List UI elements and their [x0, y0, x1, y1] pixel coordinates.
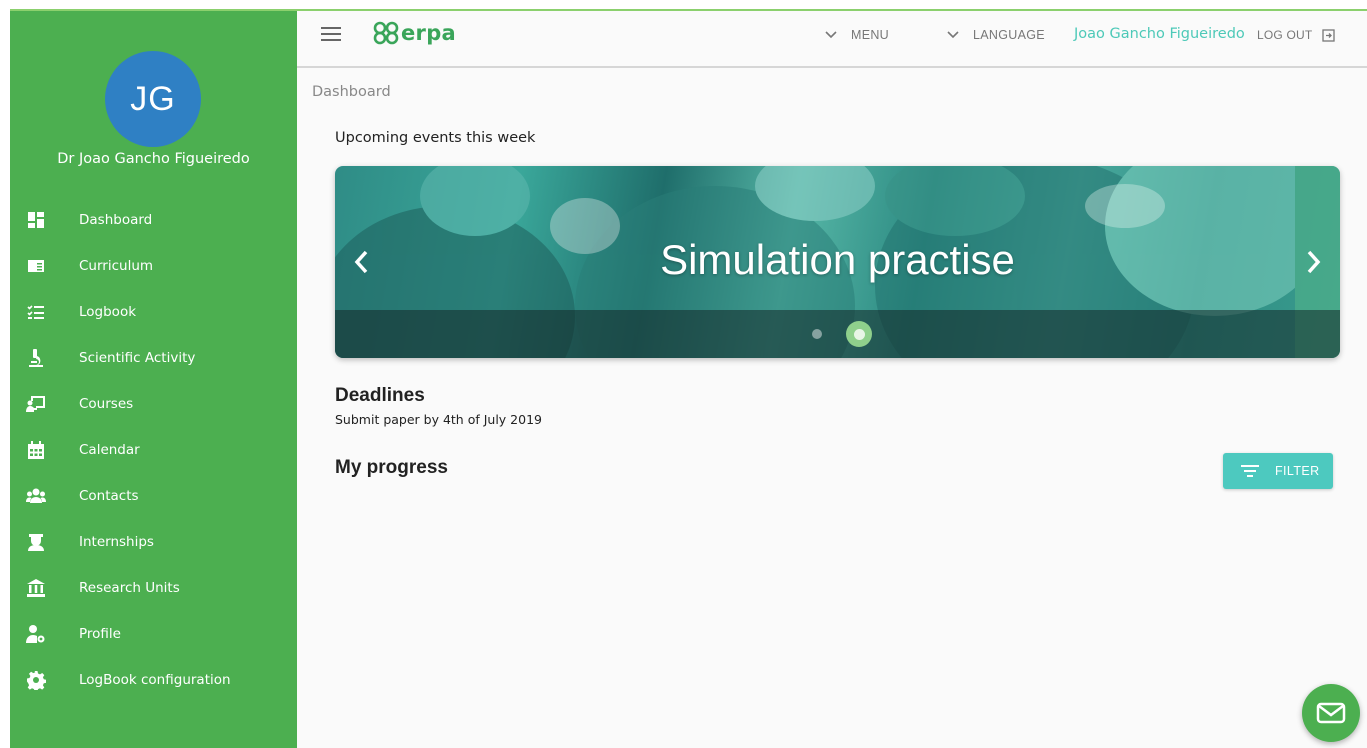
- breadcrumb[interactable]: Dashboard: [312, 84, 391, 100]
- sidebar-item-internships[interactable]: Internships: [10, 519, 297, 565]
- sidebar-item-courses[interactable]: Courses: [10, 381, 297, 427]
- sidebar-item-scientific-activity[interactable]: Scientific Activity: [10, 335, 297, 381]
- dashboard-icon: [25, 209, 47, 231]
- sidebar-item-logbook[interactable]: Logbook: [10, 289, 297, 335]
- sidebar-item-profile[interactable]: Profile: [10, 611, 297, 657]
- sidebar-item-label: LogBook configuration: [79, 672, 231, 688]
- sidebar-item-label: Internships: [79, 534, 154, 550]
- carousel-indicator-2-active[interactable]: [846, 321, 872, 347]
- sidebar: JG Dr Joao Gancho Figueiredo Dashboard C…: [10, 11, 297, 748]
- sidebar-item-label: Research Units: [79, 580, 180, 596]
- upcoming-events-heading: Upcoming events this week: [335, 130, 536, 146]
- filter-label: FILTER: [1275, 464, 1320, 478]
- sidebar-item-research-units[interactable]: Research Units: [10, 565, 297, 611]
- events-carousel: Simulation practise: [335, 166, 1340, 358]
- sidebar-item-label: Calendar: [79, 442, 140, 458]
- logo-knot-icon: [373, 21, 399, 45]
- user-settings-icon: [25, 623, 47, 645]
- sidebar-user-name: Dr Joao Gancho Figueiredo: [57, 151, 250, 167]
- window-frame-left: [0, 10, 10, 748]
- carousel-indicator-1[interactable]: [812, 329, 822, 339]
- sidebar-item-label: Logbook: [79, 304, 137, 320]
- mail-button[interactable]: [1302, 684, 1360, 742]
- topbar-user-name[interactable]: Joao Gancho Figueiredo: [1074, 26, 1245, 42]
- presentation-icon: [25, 393, 47, 415]
- carousel-next-button[interactable]: [1303, 248, 1323, 276]
- sidebar-item-label: Scientific Activity: [79, 350, 196, 366]
- menu-dropdown-label: MENU: [851, 28, 890, 42]
- microscope-icon: [25, 347, 47, 369]
- filter-button[interactable]: FILTER: [1223, 453, 1333, 489]
- hamburger-menu-icon[interactable]: [321, 27, 341, 43]
- sidebar-item-curriculum[interactable]: Curriculum: [10, 243, 297, 289]
- main-content: Dashboard Upcoming events this week Simu…: [297, 68, 1367, 748]
- graduate-icon: [25, 531, 47, 553]
- language-dropdown[interactable]: LANGUAGE: [947, 28, 1045, 42]
- language-dropdown-label: LANGUAGE: [973, 28, 1045, 42]
- sidebar-item-label: Dashboard: [79, 212, 153, 228]
- sidebar-nav: Dashboard Curriculum Logbook Scientific …: [10, 197, 297, 703]
- menu-dropdown[interactable]: MENU: [825, 28, 889, 42]
- filter-icon: [1241, 465, 1259, 477]
- sidebar-item-label: Profile: [79, 626, 121, 642]
- sidebar-item-dashboard[interactable]: Dashboard: [10, 197, 297, 243]
- deadline-item: Submit paper by 4th of July 2019: [335, 412, 542, 427]
- deadlines-heading: Deadlines: [335, 385, 425, 406]
- curriculum-icon: [25, 255, 47, 277]
- carousel-caption-band: [335, 310, 1340, 358]
- chevron-right-icon: [1307, 250, 1321, 274]
- group-icon: [25, 485, 47, 507]
- calendar-icon: [25, 439, 47, 461]
- logout-button[interactable]: LOG OUT: [1257, 28, 1336, 42]
- sidebar-item-logbook-configuration[interactable]: LogBook configuration: [10, 657, 297, 703]
- checklist-icon: [25, 301, 47, 323]
- carousel-slide-title: Simulation practise: [660, 236, 1015, 283]
- sidebar-item-calendar[interactable]: Calendar: [10, 427, 297, 473]
- chevron-left-icon: [354, 250, 368, 274]
- institution-icon: [25, 577, 47, 599]
- logout-icon: [1322, 28, 1336, 42]
- top-bar: erpa MENU LANGUAGE Joao Gancho Figueired…: [297, 11, 1367, 68]
- logout-label: LOG OUT: [1257, 28, 1313, 42]
- chevron-down-icon: [947, 31, 959, 39]
- sidebar-item-label: Curriculum: [79, 258, 154, 274]
- sidebar-item-label: Contacts: [79, 488, 139, 504]
- gear-icon: [25, 669, 47, 691]
- erpa-logo[interactable]: erpa: [373, 21, 456, 45]
- chevron-down-icon: [825, 31, 837, 39]
- sidebar-item-contacts[interactable]: Contacts: [10, 473, 297, 519]
- mail-icon: [1316, 702, 1346, 724]
- logo-text: erpa: [401, 21, 457, 45]
- my-progress-heading: My progress: [335, 457, 448, 478]
- carousel-prev-button[interactable]: [352, 248, 372, 276]
- sidebar-item-label: Courses: [79, 396, 134, 412]
- avatar[interactable]: JG: [105, 51, 201, 147]
